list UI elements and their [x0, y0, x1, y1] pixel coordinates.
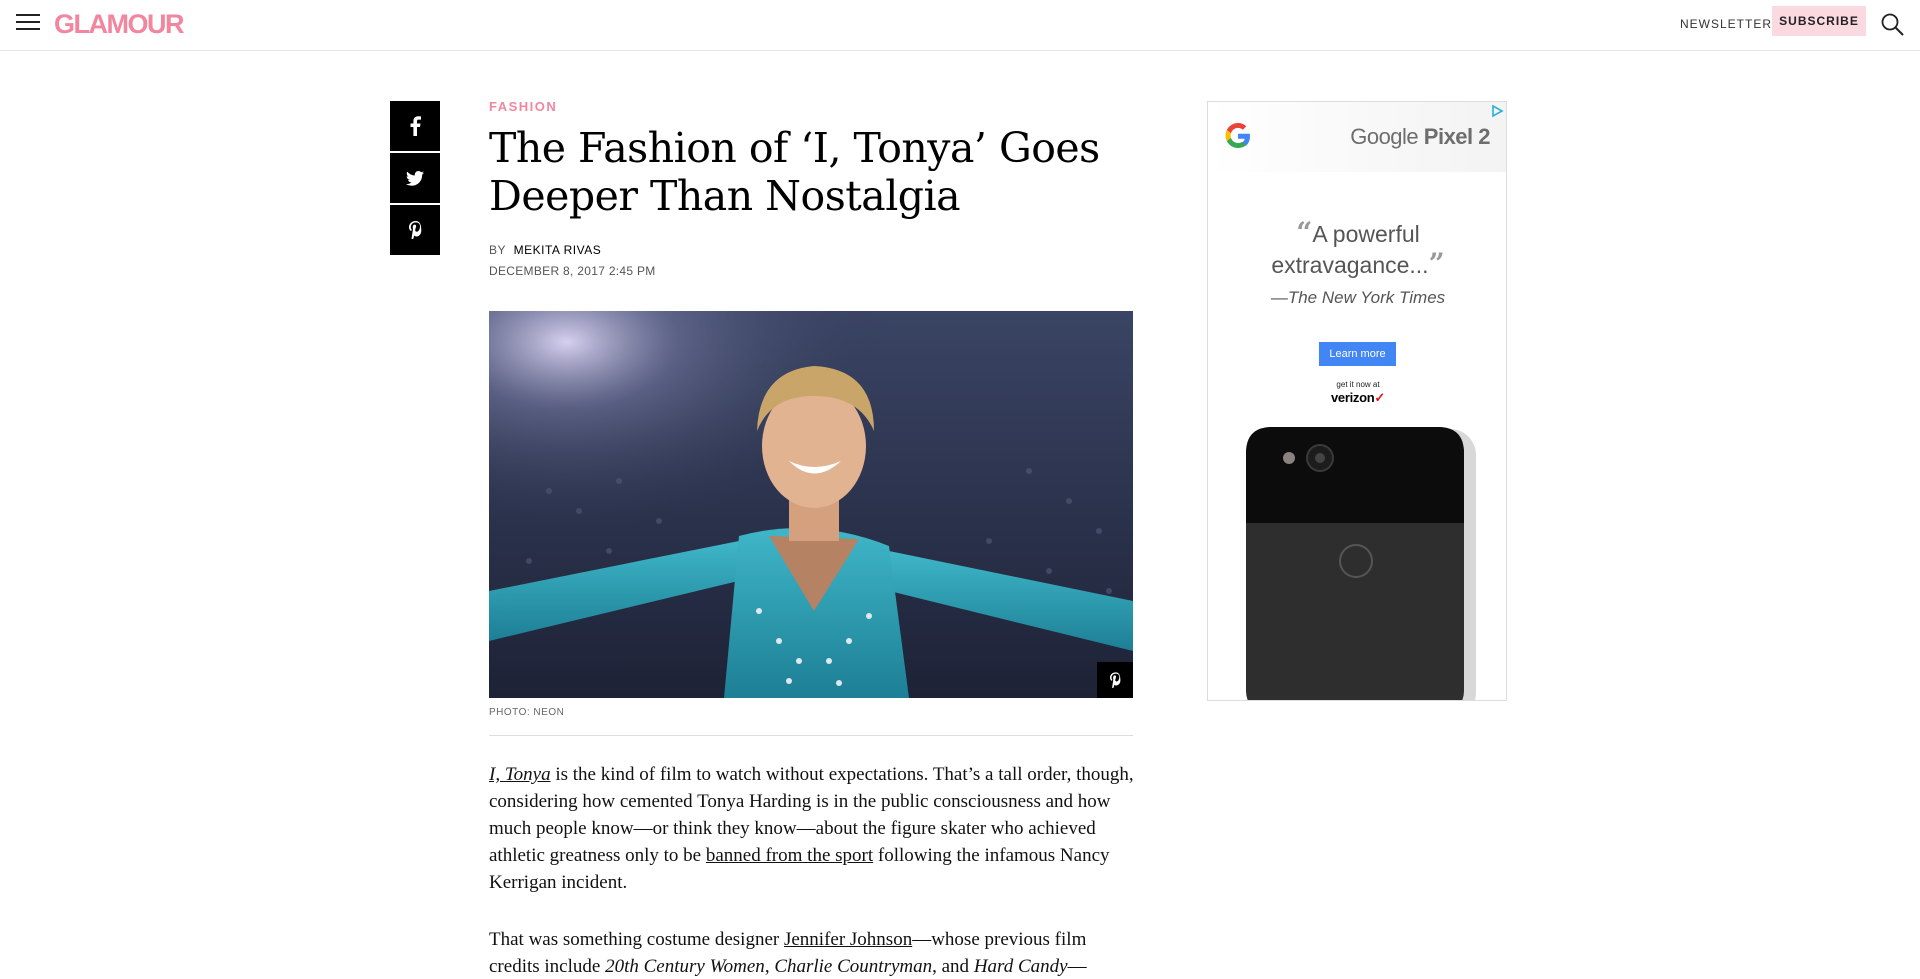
twitter-icon — [406, 170, 424, 186]
close-quote-icon: ” — [1428, 247, 1445, 280]
phone-image — [1246, 427, 1476, 700]
subscribe-button[interactable]: SUBSCRIBE — [1772, 6, 1866, 36]
film-title-link[interactable]: I, Tonya — [489, 764, 551, 785]
site-logo[interactable]: GLAMOUR — [54, 9, 184, 40]
designer-link[interactable]: Jennifer Johnson — [784, 929, 912, 950]
advertisement[interactable]: Google Pixel 2 “A powerful extravagance.… — [1207, 101, 1507, 701]
learn-more-button[interactable]: Learn more — [1319, 342, 1396, 366]
publish-date: DECEMBER 8, 2017 2:45 PM — [489, 264, 656, 278]
search-icon[interactable] — [1880, 12, 1906, 38]
photo-credit: PHOTO: NEON — [489, 707, 565, 718]
newsletter-link[interactable]: NEWSLETTER — [1680, 17, 1772, 31]
facebook-icon — [410, 116, 421, 136]
ad-quote: “A powerful extravagance...” — [1271, 216, 1445, 280]
author-link[interactable]: MEKITA RIVAS — [514, 243, 602, 257]
site-header: GLAMOUR NEWSLETTER SUBSCRIBE — [0, 0, 1920, 51]
hero-image — [489, 311, 1133, 698]
article-body: I, Tonya is the kind of film to watch wi… — [489, 761, 1139, 979]
facebook-share-button[interactable] — [390, 101, 440, 151]
ad-get-it-label: get it now at — [1336, 380, 1380, 389]
pinterest-share-button[interactable] — [390, 205, 440, 255]
verizon-logo: verizon✓ — [1330, 390, 1385, 405]
article-headline: The Fashion of ‘I, Tonya’ Goes Deeper Th… — [489, 124, 1100, 220]
ad-quote-source: —The New York Times — [1270, 288, 1446, 307]
paragraph: I, Tonya is the kind of film to watch wi… — [489, 764, 1134, 893]
byline: BY MEKITA RIVAS — [489, 243, 601, 257]
byline-label: BY — [489, 243, 506, 257]
open-quote-icon: “ — [1296, 216, 1313, 249]
menu-icon[interactable] — [16, 14, 40, 32]
google-logo-icon — [1225, 123, 1250, 148]
share-rail — [390, 101, 440, 257]
divider — [489, 735, 1133, 736]
category-rubric[interactable]: FASHION — [489, 99, 557, 114]
image-pin-button[interactable] — [1097, 662, 1133, 698]
pinterest-icon — [1109, 672, 1120, 688]
adchoices-icon[interactable] — [1490, 104, 1504, 118]
banned-link[interactable]: banned from the sport — [706, 845, 873, 866]
pinterest-icon — [408, 221, 421, 239]
twitter-share-button[interactable] — [390, 153, 440, 203]
ad-brand: Google Pixel 2 — [1350, 124, 1490, 149]
paragraph: That was something costume designer Jenn… — [489, 929, 1087, 977]
